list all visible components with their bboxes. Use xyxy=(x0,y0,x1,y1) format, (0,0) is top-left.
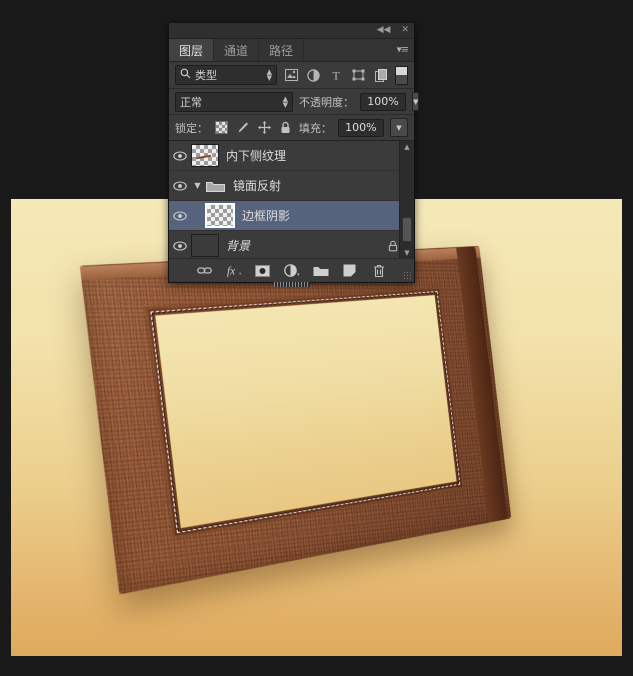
layers-panel-toolbar: fx xyxy=(169,258,414,287)
wooden-picture-frame xyxy=(79,245,512,595)
filter-enable-toggle[interactable] xyxy=(395,65,408,85)
opacity-dropdown-icon[interactable]: ▼ xyxy=(412,92,420,111)
filter-kind-label: 类型 xyxy=(195,69,217,82)
filter-kind-select[interactable]: 类型 ▲ ▼ xyxy=(175,65,277,85)
svg-text:fx: fx xyxy=(226,266,234,277)
close-icon[interactable]: ✕ xyxy=(401,26,409,35)
adjustment-layer-icon[interactable] xyxy=(283,263,300,279)
lock-label: 锁定： xyxy=(175,121,208,135)
scroll-up-arrow-icon[interactable]: ▲ xyxy=(400,141,414,152)
blend-opacity-row: 正常 ▲ ▼ 不透明度： 100% ▼ xyxy=(169,89,420,115)
blend-mode-value: 正常 xyxy=(180,95,202,109)
layer-name: 背景 xyxy=(226,239,251,253)
layer-list[interactable]: 内下侧纹理 ▼ 镜面反射 边框阴影 背景 ▲ ▼ xyxy=(169,141,414,258)
lock-indicator-icon xyxy=(388,240,398,252)
layer-style-fx-icon[interactable]: fx xyxy=(226,263,242,279)
frame-outer-border xyxy=(79,245,512,595)
collapse-icon[interactable]: ◀◀ xyxy=(377,26,391,35)
stepper-icon[interactable]: ▲ ▼ xyxy=(267,69,272,82)
svg-text:T: T xyxy=(333,69,341,81)
tab-channels[interactable]: 通道 xyxy=(214,39,260,61)
link-layers-icon[interactable] xyxy=(197,263,213,279)
fill-dropdown-icon[interactable]: ▼ xyxy=(389,118,408,137)
layer-row-background[interactable]: 背景 xyxy=(169,231,414,258)
add-mask-icon[interactable] xyxy=(255,263,271,279)
type-layer-icon[interactable]: T xyxy=(328,67,344,84)
eye-icon[interactable] xyxy=(169,210,191,221)
fill-input[interactable]: 100% xyxy=(337,118,384,137)
panel-tabbar: 图层 通道 路径 ▾≡ xyxy=(169,39,414,62)
layer-thumbnail[interactable] xyxy=(191,234,219,257)
search-icon xyxy=(180,68,191,82)
blend-mode-select[interactable]: 正常 ▲ ▼ xyxy=(175,91,293,112)
scroll-down-arrow-icon[interactable]: ▼ xyxy=(400,247,414,258)
lock-position-icon[interactable] xyxy=(256,120,271,136)
folder-icon xyxy=(204,179,226,193)
marching-ants-selection xyxy=(150,291,461,534)
eye-icon[interactable] xyxy=(169,180,191,191)
panel-titlebar: ◀◀ ✕ xyxy=(169,23,414,39)
opacity-label: 不透明度： xyxy=(299,95,354,109)
lock-transparency-icon[interactable] xyxy=(214,120,229,136)
layer-name: 边框阴影 xyxy=(242,209,291,223)
layer-list-scrollbar[interactable]: ▲ ▼ xyxy=(399,141,414,258)
tab-layers[interactable]: 图层 xyxy=(169,39,215,61)
new-group-icon[interactable] xyxy=(313,263,329,279)
layer-thumbnail[interactable] xyxy=(191,144,219,167)
panel-drag-notch[interactable] xyxy=(273,282,310,287)
layers-panel[interactable]: ◀◀ ✕ 图层 通道 路径 ▾≡ 类型 ▲ ▼ T 正常 ▲ ▼ 不透明度： 1… xyxy=(168,22,420,287)
layer-thumbnail[interactable] xyxy=(205,203,235,228)
opacity-input[interactable]: 100% xyxy=(360,92,406,111)
panel-menu-icon[interactable]: ▾≡ xyxy=(397,45,409,56)
panel-resize-grip[interactable] xyxy=(403,271,412,280)
new-layer-icon[interactable] xyxy=(342,263,358,279)
lock-image-icon[interactable] xyxy=(235,120,250,136)
layer-row-group-mirror[interactable]: ▼ 镜面反射 xyxy=(169,171,414,201)
chevron-down-icon[interactable]: ▼ xyxy=(191,181,204,190)
adjustment-layer-icon[interactable] xyxy=(305,67,321,84)
shape-layer-icon[interactable] xyxy=(350,67,366,84)
layer-row-inner-texture[interactable]: 内下侧纹理 xyxy=(169,141,414,171)
delete-layer-icon[interactable] xyxy=(371,263,387,279)
layer-row-border-shadow[interactable]: 边框阴影 xyxy=(169,201,414,231)
layer-filter-row: 类型 ▲ ▼ T xyxy=(169,62,414,89)
frame-right-edge xyxy=(456,246,508,523)
smart-object-icon[interactable] xyxy=(373,67,389,84)
stepper-icon[interactable]: ▲ ▼ xyxy=(283,95,288,108)
layer-name: 镜面反射 xyxy=(233,179,282,193)
tab-paths[interactable]: 路径 xyxy=(259,39,305,61)
layer-name: 内下侧纹理 xyxy=(226,149,287,163)
eye-icon[interactable] xyxy=(169,240,191,251)
lock-row: 锁定： 填充： 100% ▼ xyxy=(169,115,414,141)
fill-label: 填充： xyxy=(298,121,332,135)
eye-icon[interactable] xyxy=(169,150,191,161)
pixel-layer-icon[interactable] xyxy=(283,67,299,84)
lock-all-icon[interactable] xyxy=(278,120,293,136)
scrollbar-thumb[interactable] xyxy=(402,217,412,242)
